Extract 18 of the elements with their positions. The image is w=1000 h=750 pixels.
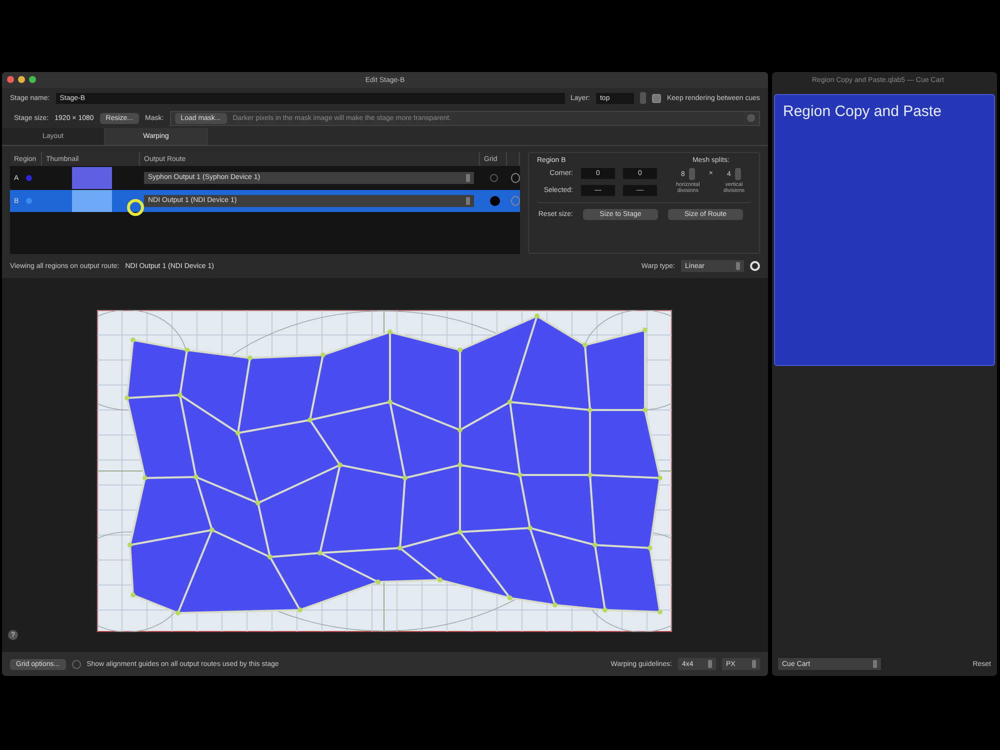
keep-rendering-checkbox[interactable] [652,94,661,102]
stepper-icon[interactable] [688,168,695,180]
stepper-icon[interactable] [734,168,741,180]
settings-icon[interactable] [750,261,760,271]
cursor-highlight-icon [127,199,144,216]
zoom-icon[interactable] [29,76,36,83]
remove-icon[interactable] [511,173,520,183]
grid-checkbox[interactable] [490,196,500,206]
thumbnail [72,167,112,189]
cue-name: Region Copy and Paste [783,103,942,120]
cue-tile[interactable]: Region Copy and Paste [774,94,995,366]
grid-checkbox[interactable] [490,174,498,182]
close-icon[interactable] [7,76,14,83]
minimize-icon[interactable] [18,76,25,83]
stepper-icon[interactable] [640,92,646,104]
thumbnail [72,190,112,212]
warp-mesh-drawing[interactable] [97,310,672,632]
guides-checkbox[interactable] [72,660,81,668]
